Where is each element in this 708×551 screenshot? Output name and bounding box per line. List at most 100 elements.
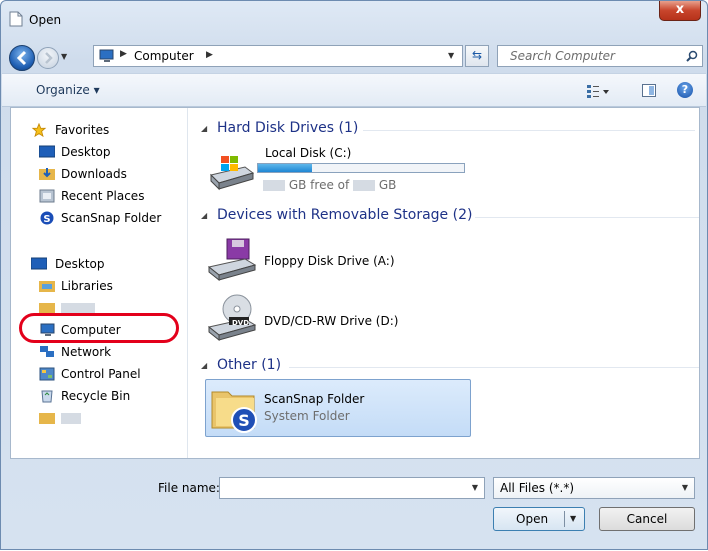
sidebar-item-label: Libraries — [61, 279, 113, 293]
sidebar-item-control-panel[interactable]: Control Panel — [11, 364, 187, 384]
scansnap-folder-sublabel: System Folder — [264, 409, 350, 423]
desktop-icon — [39, 145, 55, 158]
sidebar-item-downloads[interactable]: Downloads — [11, 164, 187, 184]
forward-button[interactable] — [37, 47, 59, 69]
title-bar: Open x — [1, 1, 707, 37]
disk-usage-fill — [258, 164, 312, 172]
group-header-other[interactable]: ◢ Other (1) — [197, 357, 699, 377]
open-split-divider — [564, 511, 565, 527]
sidebar-item-network[interactable]: Network — [11, 342, 187, 362]
back-arrow-icon — [16, 50, 27, 66]
star-icon — [31, 123, 47, 137]
file-name-label: File name: — [158, 481, 220, 495]
breadcrumb-computer[interactable]: Computer — [134, 49, 194, 63]
group-divider — [475, 217, 699, 218]
dvd-badge: DVD — [232, 319, 250, 327]
organize-menu[interactable]: Organize ▾ — [36, 83, 100, 97]
sidebar-item-desktop[interactable]: Desktop — [11, 254, 187, 274]
collapse-triangle-icon[interactable]: ◢ — [201, 361, 207, 370]
open-button-label: Open — [516, 512, 549, 526]
svg-text:S: S — [43, 214, 50, 225]
sidebar-item-label: Network — [61, 345, 112, 359]
breadcrumb-arrow-icon[interactable]: ▶ — [206, 50, 213, 60]
sidebar-item-label: Computer — [61, 323, 121, 337]
sidebar-item-user-folder[interactable] — [11, 298, 187, 318]
group-divider — [363, 130, 695, 131]
user-folder-icon — [39, 303, 55, 314]
address-dropdown-icon[interactable]: ▼ — [448, 51, 454, 60]
refresh-button[interactable]: ⇆ — [465, 45, 489, 67]
local-disk-label[interactable]: Local Disk (C:) — [265, 146, 351, 160]
collapse-triangle-icon[interactable]: ◢ — [201, 124, 207, 133]
group-header-label: Other (1) — [217, 357, 282, 373]
navigation-bar: ▼ ▶ Computer ▶ ▼ ⇆ Search Computer — [1, 39, 707, 71]
sidebar-item-scansnap-folder[interactable]: S ScanSnap Folder — [11, 208, 187, 228]
scansnap-icon: S — [40, 211, 54, 225]
sidebar-item-desktop-favorite[interactable]: Desktop — [11, 142, 187, 162]
computer-icon — [40, 323, 55, 336]
floppy-drive-icon — [207, 238, 257, 281]
sidebar-item-recent-places[interactable]: Recent Places — [11, 186, 187, 206]
disk-free-text: GB free of GB — [263, 178, 396, 192]
file-name-input[interactable]: ▼ — [219, 477, 485, 499]
sidebar-item-libraries[interactable]: Libraries — [11, 276, 187, 296]
libraries-icon — [39, 281, 55, 292]
svg-text:S: S — [238, 411, 250, 430]
sidebar-item-favorites[interactable]: Favorites — [11, 120, 187, 140]
document-icon — [9, 11, 23, 27]
scansnap-folder-label: ScanSnap Folder — [264, 392, 365, 406]
open-button[interactable]: Open ▼ — [493, 507, 585, 531]
breadcrumb-arrow-icon[interactable]: ▶ — [120, 49, 127, 59]
sidebar-item-label — [61, 298, 95, 318]
scansnap-folder-item[interactable]: S ScanSnap Folder System Folder — [205, 379, 471, 437]
sidebar-item-label: Desktop — [55, 257, 105, 271]
forward-arrow-icon — [45, 52, 53, 64]
sidebar-item-label: Recycle Bin — [61, 389, 131, 403]
open-dropdown-icon[interactable]: ▼ — [570, 514, 576, 523]
history-dropdown-icon[interactable]: ▼ — [61, 52, 67, 61]
sidebar-item-label: Downloads — [61, 167, 127, 181]
collapse-triangle-icon[interactable]: ◢ — [201, 211, 207, 220]
search-input[interactable]: Search Computer — [497, 45, 703, 67]
sidebar-item-recycle-bin[interactable]: Recycle Bin — [11, 386, 187, 406]
downloads-icon — [39, 168, 55, 180]
group-header-label: Devices with Removable Storage (2) — [217, 207, 473, 223]
scansnap-folder-icon: S — [211, 391, 257, 433]
file-name-dropdown-icon[interactable]: ▼ — [472, 483, 478, 492]
address-bar[interactable]: ▶ Computer ▶ ▼ — [93, 45, 463, 67]
folder-icon — [39, 413, 55, 424]
close-button[interactable]: x — [659, 1, 701, 21]
disk-free-prefix: GB free of — [288, 178, 350, 192]
floppy-drive-label[interactable]: Floppy Disk Drive (A:) — [264, 254, 395, 268]
back-button[interactable] — [9, 45, 35, 71]
dvd-drive-label[interactable]: DVD/CD-RW Drive (D:) — [264, 314, 398, 328]
change-view-icon[interactable] — [586, 83, 610, 99]
disk-usage-bar — [257, 163, 465, 173]
group-header-hard-disk[interactable]: ◢ Hard Disk Drives (1) — [197, 120, 695, 140]
window-title: Open — [29, 13, 62, 27]
computer-icon — [99, 49, 114, 62]
open-dialog: Open x ▼ ▶ Computer ▶ ▼ ⇆ Search Compute… — [0, 0, 708, 550]
sidebar-item-folder[interactable] — [11, 408, 187, 428]
cancel-button[interactable]: Cancel — [599, 507, 695, 531]
sidebar-item-label — [61, 408, 81, 428]
search-placeholder: Search Computer — [510, 49, 615, 63]
sidebar-item-computer[interactable]: Computer — [11, 320, 187, 340]
file-type-dropdown-icon[interactable]: ▼ — [682, 483, 688, 492]
recent-places-icon — [39, 189, 55, 203]
preview-pane-icon — [649, 86, 654, 95]
sidebar-item-label: Desktop — [61, 145, 111, 159]
preview-pane-button[interactable] — [642, 84, 656, 97]
sidebar-item-label: Recent Places — [61, 189, 145, 203]
refresh-icon: ⇆ — [471, 48, 483, 62]
recycle-bin-icon — [41, 390, 53, 403]
dvd-drive-icon — [207, 294, 257, 341]
file-type-select[interactable]: All Files (*.*) ▼ — [493, 477, 695, 499]
search-icon[interactable] — [686, 50, 698, 62]
sidebar-item-label: ScanSnap Folder — [61, 211, 162, 225]
network-icon — [40, 346, 54, 357]
group-header-removable[interactable]: ◢ Devices with Removable Storage (2) — [197, 207, 699, 227]
help-icon[interactable]: ? — [677, 82, 693, 98]
desktop-icon — [31, 257, 47, 270]
dialog-footer: File name: ▼ All Files (*.*) ▼ Open ▼ Ca… — [1, 459, 707, 551]
